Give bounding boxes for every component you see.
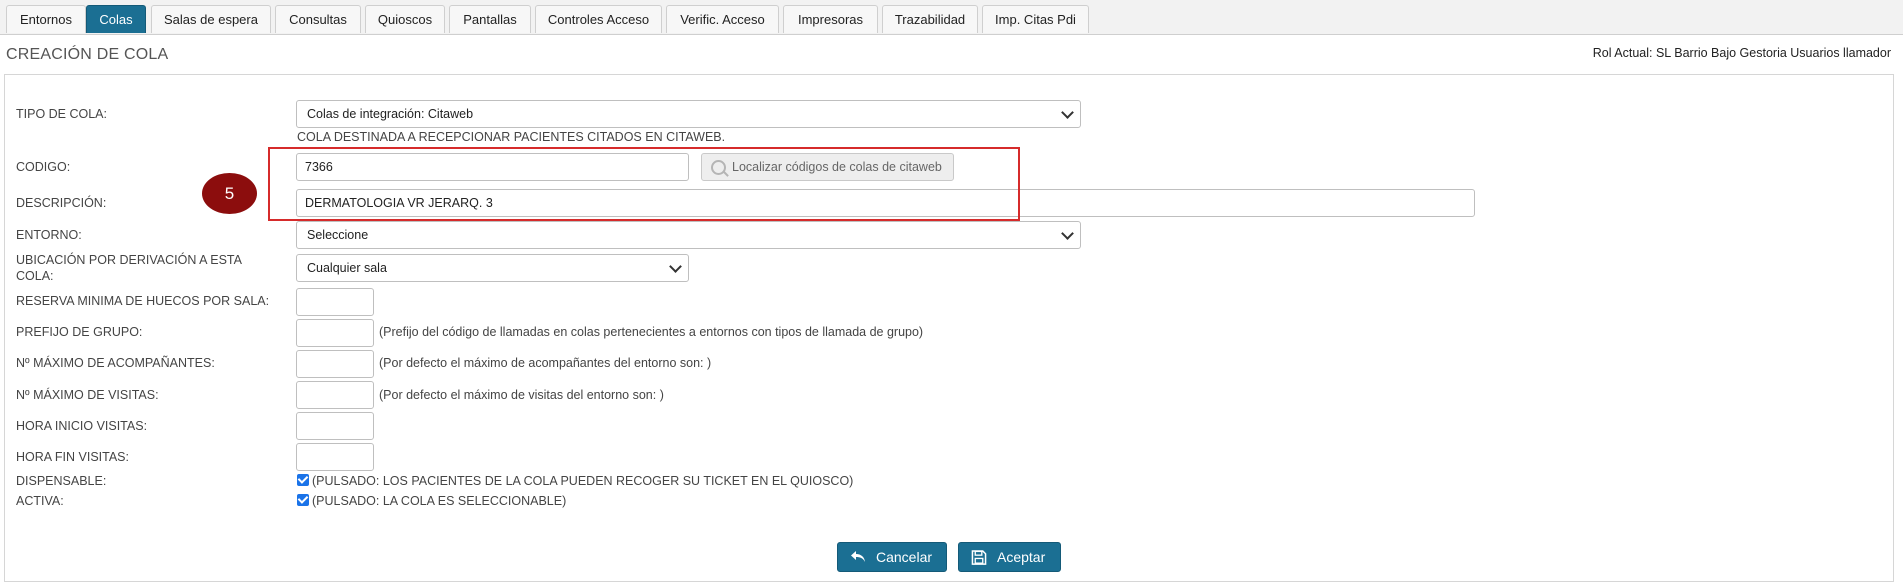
tab-salas-de-espera[interactable]: Salas de espera <box>151 5 271 33</box>
acompanantes-hint: (Por defecto el máximo de acompañantes d… <box>379 356 712 370</box>
accept-button[interactable]: Aceptar <box>958 542 1061 572</box>
visitas-hint: (Por defecto el máximo de visitas del en… <box>379 388 664 402</box>
entorno-select-value: Seleccione <box>307 228 369 242</box>
ubicacion-label-line2: COLA: <box>16 269 54 283</box>
tipo-select[interactable]: Colas de integración: Citaweb <box>296 100 1081 128</box>
tab-bar: Entornos Colas Salas de espera Consultas… <box>0 0 1903 35</box>
reserva-input[interactable] <box>296 288 374 316</box>
hora-inicio-input[interactable] <box>296 412 374 440</box>
chevron-down-icon <box>1061 227 1074 240</box>
cancel-label: Cancelar <box>876 549 933 565</box>
hora-inicio-label: HORA INICIO VISITAS: <box>16 419 148 433</box>
tab-impresoras[interactable]: Impresoras <box>783 5 878 33</box>
dispensable-label: DISPENSABLE: <box>16 474 107 488</box>
entorno-select[interactable]: Seleccione <box>296 221 1081 249</box>
step-badge: 5 <box>202 173 257 214</box>
entorno-label: ENTORNO: <box>16 228 82 242</box>
save-icon <box>971 550 987 565</box>
acompanantes-label: Nº MÁXIMO DE ACOMPAÑANTES: <box>16 356 215 370</box>
reserva-label: RESERVA MINIMA DE HUECOS POR SALA: <box>16 294 270 308</box>
activa-label: ACTIVA: <box>16 494 64 508</box>
tab-imp-citas-pdi[interactable]: Imp. Citas Pdi <box>982 5 1089 33</box>
cancel-button[interactable]: Cancelar <box>837 542 947 572</box>
activa-hint: (PULSADO: LA COLA ES SELECCIONABLE) <box>312 494 567 508</box>
tab-trazabilidad[interactable]: Trazabilidad <box>882 5 978 33</box>
page-title: CREACIÓN DE COLA <box>6 46 169 63</box>
highlight-box <box>268 147 1020 221</box>
acompanantes-input[interactable] <box>296 350 374 378</box>
ubicacion-label-line1: UBICACIÓN POR DERIVACIÓN A ESTA <box>16 253 242 267</box>
accept-label: Aceptar <box>997 549 1046 565</box>
tab-verific-acceso[interactable]: Verific. Acceso <box>666 5 779 33</box>
tab-entornos[interactable]: Entornos <box>6 5 86 33</box>
visitas-label: Nº MÁXIMO DE VISITAS: <box>16 388 159 402</box>
tipo-label: TIPO DE COLA: <box>16 107 107 121</box>
prefijo-hint: (Prefijo del código de llamadas en colas… <box>379 325 924 339</box>
prefijo-label: PREFIJO DE GRUPO: <box>16 325 143 339</box>
tipo-select-value: Colas de integración: Citaweb <box>307 107 474 121</box>
hora-fin-label: HORA FIN VISITAS: <box>16 450 129 464</box>
visitas-input[interactable] <box>296 381 374 409</box>
activa-checkbox[interactable] <box>297 494 309 506</box>
tab-consultas[interactable]: Consultas <box>275 5 361 33</box>
tab-controles-acceso[interactable]: Controles Acceso <box>535 5 662 33</box>
dispensable-hint: (PULSADO: LOS PACIENTES DE LA COLA PUEDE… <box>312 474 854 488</box>
codigo-label: CODIGO: <box>16 160 71 174</box>
tab-pantallas[interactable]: Pantallas <box>449 5 531 33</box>
tipo-description: COLA DESTINADA A RECEPCIONAR PACIENTES C… <box>297 130 726 144</box>
tab-quioscos[interactable]: Quioscos <box>365 5 445 33</box>
ubicacion-select-value: Cualquier sala <box>307 261 387 275</box>
chevron-down-icon <box>1061 106 1074 119</box>
tab-colas[interactable]: Colas <box>86 5 146 33</box>
chevron-down-icon <box>669 260 682 273</box>
hora-fin-input[interactable] <box>296 443 374 471</box>
descripcion-label: DESCRIPCIÓN: <box>16 196 107 210</box>
dispensable-checkbox[interactable] <box>297 474 309 486</box>
ubicacion-select[interactable]: Cualquier sala <box>296 254 689 282</box>
undo-arrow-icon <box>851 551 865 562</box>
current-role: Rol Actual: SL Barrio Bajo Gestoria Usua… <box>1592 46 1891 60</box>
prefijo-input[interactable] <box>296 319 374 347</box>
